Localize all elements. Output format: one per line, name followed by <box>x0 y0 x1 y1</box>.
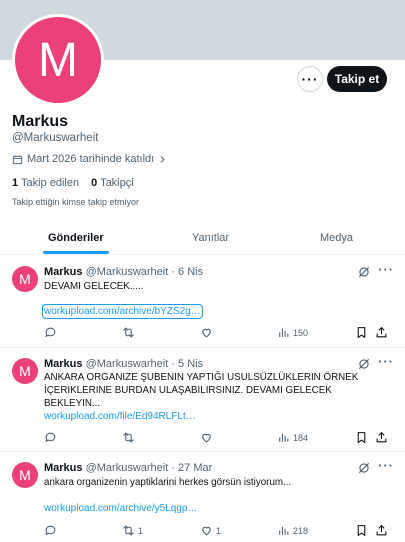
share-icon[interactable] <box>375 524 388 537</box>
post-text: ankara organizenin yaptiklarini herkes g… <box>44 477 292 488</box>
like-button[interactable]: 1 <box>200 524 221 537</box>
followers-link[interactable]: 0 Takipçi <box>91 177 134 189</box>
reply-icon <box>45 327 56 338</box>
post-actions: 150 <box>44 326 394 340</box>
views-icon <box>279 328 289 337</box>
post-header: Markus @Markuswarheit · 6 Nis <box>44 266 203 278</box>
repost-icon <box>123 327 134 338</box>
share-icon[interactable] <box>375 326 388 339</box>
post-item[interactable]: M Markus @Markuswarheit · 6 Nis ··· DEVA… <box>0 256 405 348</box>
repost-button[interactable] <box>122 326 138 339</box>
views-icon <box>279 526 289 535</box>
post-avatar[interactable]: M <box>12 462 38 488</box>
profile-handle: @Markuswarheit <box>12 132 99 144</box>
repost-count: 1 <box>138 525 144 536</box>
post-link[interactable]: workupload.com/archive/y5Lqgp… <box>44 503 197 514</box>
following-count: 1 <box>12 177 19 189</box>
post-meta: @Markuswarheit · 6 Nis <box>85 266 204 278</box>
followers-count: 0 <box>91 177 98 189</box>
calendar-icon <box>12 154 23 164</box>
tab-media[interactable]: Medya <box>320 232 353 244</box>
repost-icon <box>123 525 134 536</box>
post-meta: @Markuswarheit · 27 Mar <box>85 462 213 474</box>
like-count: 1 <box>216 525 222 536</box>
reply-button[interactable] <box>44 431 60 444</box>
more-icon: ··· <box>301 71 319 87</box>
like-button[interactable] <box>200 326 216 339</box>
follow-button[interactable]: Takip et <box>327 66 387 92</box>
post-text: DEVAMI GELECEK..... <box>44 281 144 292</box>
bookmark-icon[interactable] <box>355 431 368 444</box>
reply-button[interactable] <box>44 524 60 537</box>
tab-posts[interactable]: Gönderiler <box>48 232 104 244</box>
post-more-icon[interactable]: ··· <box>378 354 394 369</box>
like-button[interactable] <box>200 431 216 444</box>
follow-stats: 1 Takip edilen 0 Takipçi <box>12 177 134 189</box>
chevron-right-icon <box>160 155 165 163</box>
post-actions: 1 1 218 <box>44 524 394 538</box>
grok-icon[interactable] <box>357 357 371 371</box>
bookmark-icon[interactable] <box>355 326 368 339</box>
post-avatar[interactable]: M <box>12 266 38 292</box>
bookmark-icon[interactable] <box>355 524 368 537</box>
heart-icon <box>202 433 211 443</box>
heart-icon <box>202 328 211 338</box>
repost-icon <box>123 432 134 443</box>
joined-text: Mart 2026 tarihinde katıldı <box>27 153 155 165</box>
post-more-icon[interactable]: ··· <box>378 262 394 277</box>
grok-icon[interactable] <box>357 461 371 475</box>
heart-icon <box>202 526 211 536</box>
views-icon <box>279 433 289 442</box>
profile-avatar[interactable]: M <box>12 14 104 106</box>
no-mutual-followers-text: Takip ettiğin kimse takip etmiyor <box>12 197 140 207</box>
profile-name: Markus <box>12 113 69 130</box>
post-header: Markus @Markuswarheit · 27 Mar <box>44 462 212 474</box>
following-link[interactable]: 1 Takip edilen <box>12 177 79 189</box>
profile-tabs: Gönderiler Yanıtlar Medya <box>0 222 405 255</box>
reply-button[interactable] <box>44 326 60 339</box>
post-actions: 184 <box>44 431 394 445</box>
post-author-name[interactable]: Markus <box>44 462 83 474</box>
post-author-name[interactable]: Markus <box>44 266 83 278</box>
more-options-button[interactable]: ··· <box>297 66 323 92</box>
reply-icon <box>45 432 56 443</box>
post-item[interactable]: M Markus @Markuswarheit · 5 Nis ··· ANKA… <box>0 348 405 452</box>
post-link[interactable]: workupload.com/archive/bYZS2g… <box>42 304 203 319</box>
tab-replies[interactable]: Yanıtlar <box>192 232 229 244</box>
views-button[interactable]: 184 <box>277 431 308 444</box>
post-text: ANKARA ORGANIZE ŞUBENIN YAPTIĞI USULSÜZL… <box>44 372 359 409</box>
followers-label: Takipçi <box>100 177 134 189</box>
post-meta: @Markuswarheit · 5 Nis <box>85 358 204 370</box>
grok-icon[interactable] <box>357 265 371 279</box>
joined-date[interactable]: Mart 2026 tarihinde katıldı <box>12 153 167 165</box>
active-tab-indicator <box>43 251 109 254</box>
post-item[interactable]: M Markus @Markuswarheit · 27 Mar ··· ank… <box>0 452 405 542</box>
views-button[interactable]: 218 <box>277 524 308 537</box>
following-label: Takip edilen <box>20 177 80 189</box>
share-icon[interactable] <box>375 431 388 444</box>
post-avatar[interactable]: M <box>12 358 38 384</box>
views-button[interactable]: 150 <box>277 326 308 339</box>
repost-button[interactable] <box>122 431 138 444</box>
avatar-letter: M <box>38 33 78 87</box>
post-author-name[interactable]: Markus <box>44 358 83 370</box>
post-header: Markus @Markuswarheit · 5 Nis <box>44 358 203 370</box>
views-count: 150 <box>293 327 309 338</box>
views-count: 218 <box>293 525 309 536</box>
reply-icon <box>45 525 56 536</box>
post-more-icon[interactable]: ··· <box>378 458 394 473</box>
post-link[interactable]: workupload.com/file/Ed94RLFLt… <box>44 411 196 422</box>
repost-button[interactable]: 1 <box>122 524 143 537</box>
views-count: 184 <box>293 432 309 443</box>
